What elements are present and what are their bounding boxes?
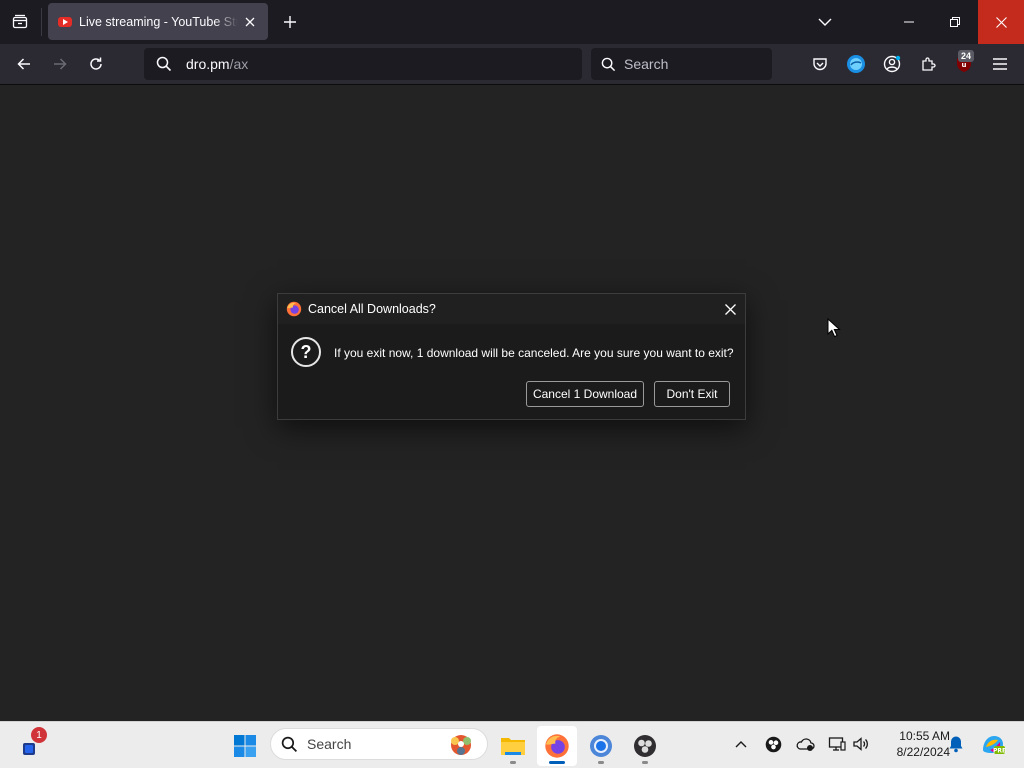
copilot-button[interactable]: PRE	[978, 731, 1008, 757]
window-close-button[interactable]	[978, 0, 1024, 44]
hamburger-menu-icon	[993, 58, 1007, 70]
arrow-left-icon	[17, 58, 30, 70]
reload-icon	[90, 57, 102, 70]
arrow-right-icon	[54, 58, 67, 70]
reload-button[interactable]	[82, 50, 110, 78]
globe-extension-icon	[847, 55, 865, 73]
navigation-toolbar: dro.pm/ax Search u	[0, 44, 1024, 85]
tab-title: Live streaming - YouTube Studio	[79, 14, 238, 29]
chevron-down-icon	[818, 18, 832, 26]
start-button[interactable]	[225, 726, 265, 766]
obs-logo-icon	[634, 735, 656, 757]
running-indicator	[598, 761, 604, 764]
cloud-sync-icon	[796, 738, 815, 751]
firefox-view-button[interactable]	[6, 8, 34, 36]
ublock-count-badge: 24	[958, 50, 975, 62]
youtube-icon	[58, 16, 72, 27]
dialog-title: Cancel All Downloads?	[308, 302, 436, 316]
tab-strip: Live streaming - YouTube Studio	[0, 0, 1024, 44]
bell-icon	[949, 736, 963, 753]
minimize-icon	[904, 21, 914, 23]
account-button[interactable]	[878, 50, 906, 78]
clock-time: 10:55 AM	[899, 729, 950, 743]
copilot-icon: PRE	[983, 736, 1006, 755]
file-explorer-app[interactable]	[493, 726, 533, 766]
puzzle-icon	[922, 57, 936, 71]
back-button[interactable]	[10, 50, 38, 78]
dialog-close-button[interactable]	[721, 300, 739, 318]
windows-logo-icon	[234, 735, 256, 757]
search-highlight-icon	[451, 735, 471, 755]
chrome-logo-icon	[590, 735, 612, 757]
folder-icon	[501, 738, 525, 755]
tray-network[interactable]	[825, 731, 849, 757]
tab-youtube-studio[interactable]: Live streaming - YouTube Studio	[48, 3, 268, 40]
dialog-titlebar: Cancel All Downloads?	[278, 294, 745, 324]
search-icon	[156, 56, 172, 72]
firefox-logo-icon	[545, 734, 569, 758]
search-bar[interactable]: Search	[591, 48, 772, 80]
dont-exit-button[interactable]: Don't Exit	[654, 381, 730, 407]
obs-studio-app[interactable]	[625, 726, 665, 766]
running-indicator	[549, 761, 565, 764]
close-icon	[724, 303, 736, 315]
extension-button[interactable]	[842, 50, 870, 78]
url-path: /ax	[229, 56, 249, 72]
forward-button[interactable]	[46, 50, 74, 78]
search-icon	[601, 57, 616, 71]
svg-text:PRE: PRE	[993, 748, 1006, 755]
account-icon	[883, 55, 901, 73]
cancel-downloads-dialog: Cancel All Downloads? ? If you exit now,…	[277, 293, 746, 420]
obs-logo-icon	[765, 736, 781, 752]
chrome-app[interactable]	[581, 726, 621, 766]
pocket-icon	[813, 58, 827, 71]
search-placeholder: Search	[624, 56, 669, 72]
url-text[interactable]: dro.pm/ax	[186, 56, 248, 72]
running-indicator	[510, 761, 516, 764]
close-icon	[995, 16, 1007, 28]
firefox-logo-icon	[286, 301, 302, 317]
url-host: dro.pm	[186, 56, 230, 72]
network-icon	[828, 737, 846, 751]
tab-close-button[interactable]	[242, 14, 258, 30]
notifications-button[interactable]	[944, 731, 968, 757]
firefox-app[interactable]	[537, 726, 577, 766]
taskbar-search-placeholder: Search	[307, 736, 352, 752]
firefox-view-icon	[12, 14, 28, 29]
restore-button[interactable]	[932, 0, 978, 44]
minimize-button[interactable]	[886, 0, 932, 44]
tray-onedrive[interactable]	[793, 731, 817, 757]
restore-icon	[950, 17, 960, 27]
address-bar[interactable]: dro.pm/ax	[144, 48, 582, 80]
mouse-cursor-icon	[827, 318, 841, 338]
chevron-up-icon	[735, 741, 747, 748]
list-all-tabs-button[interactable]	[812, 10, 838, 34]
dialog-message: If you exit now, 1 download will be canc…	[334, 346, 734, 360]
tray-volume[interactable]	[849, 731, 873, 757]
new-tab-button[interactable]	[278, 10, 302, 34]
taskbar-search[interactable]: Search	[270, 728, 488, 760]
app-menu-button[interactable]	[986, 50, 1014, 78]
tray-obs[interactable]	[761, 731, 785, 757]
show-hidden-icons-button[interactable]	[729, 731, 753, 757]
tab-separator	[41, 8, 42, 36]
pocket-button[interactable]	[806, 50, 834, 78]
extensions-button[interactable]	[914, 50, 942, 78]
clock-date: 8/22/2024	[896, 745, 950, 759]
close-icon	[245, 17, 255, 26]
notification-badge: 1	[31, 727, 47, 743]
search-icon	[281, 736, 298, 752]
dialog-body: ? If you exit now, 1 download will be ca…	[278, 324, 745, 419]
speaker-icon	[853, 737, 868, 751]
taskbar-clock[interactable]: 10:55 AM 8/22/2024	[880, 728, 950, 760]
cancel-download-button[interactable]: Cancel 1 Download	[526, 381, 644, 407]
question-icon: ?	[291, 337, 321, 367]
running-indicator	[642, 761, 648, 764]
plus-icon	[284, 16, 296, 28]
svg-text:u: u	[962, 61, 967, 69]
